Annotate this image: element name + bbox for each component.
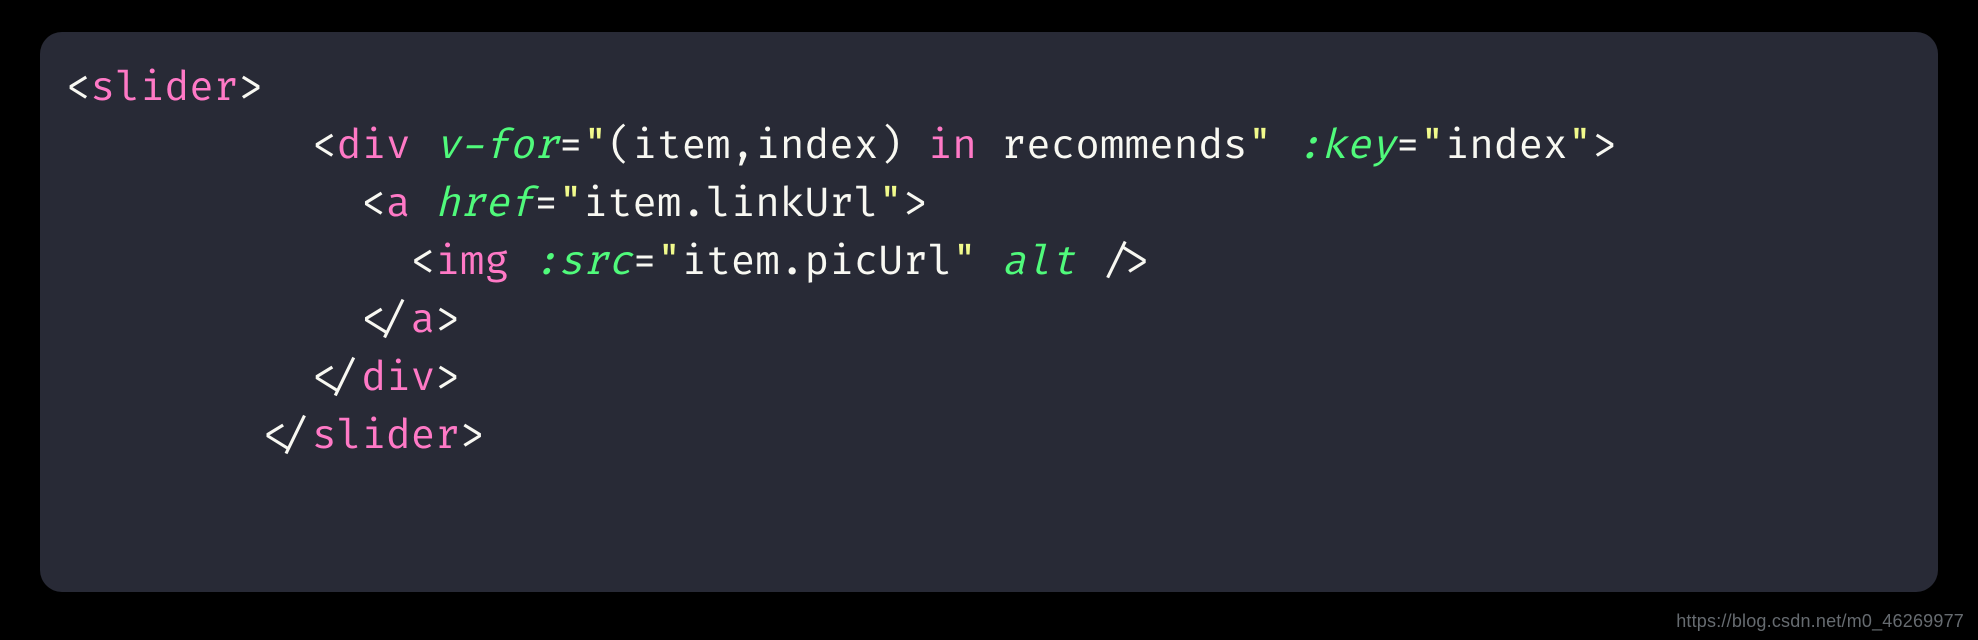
watermark: https://blog.csdn.net/m0_46269977 [1676,611,1964,632]
code-line-7: </slider> [66,412,485,461]
code-line-5: </a> [66,296,460,345]
code-line-6: </div> [66,354,460,403]
code-block: <slider> <div v-for="(item,index) in rec… [40,32,1938,592]
code-line-4: <img :src="item.picUrl" alt /> [66,238,1149,287]
code-line-3: <a href="item.linkUrl"> [66,180,928,229]
code-line-1: <slider> [66,64,263,113]
code-line-2: <div v-for="(item,index) in recommends" … [66,122,1617,171]
